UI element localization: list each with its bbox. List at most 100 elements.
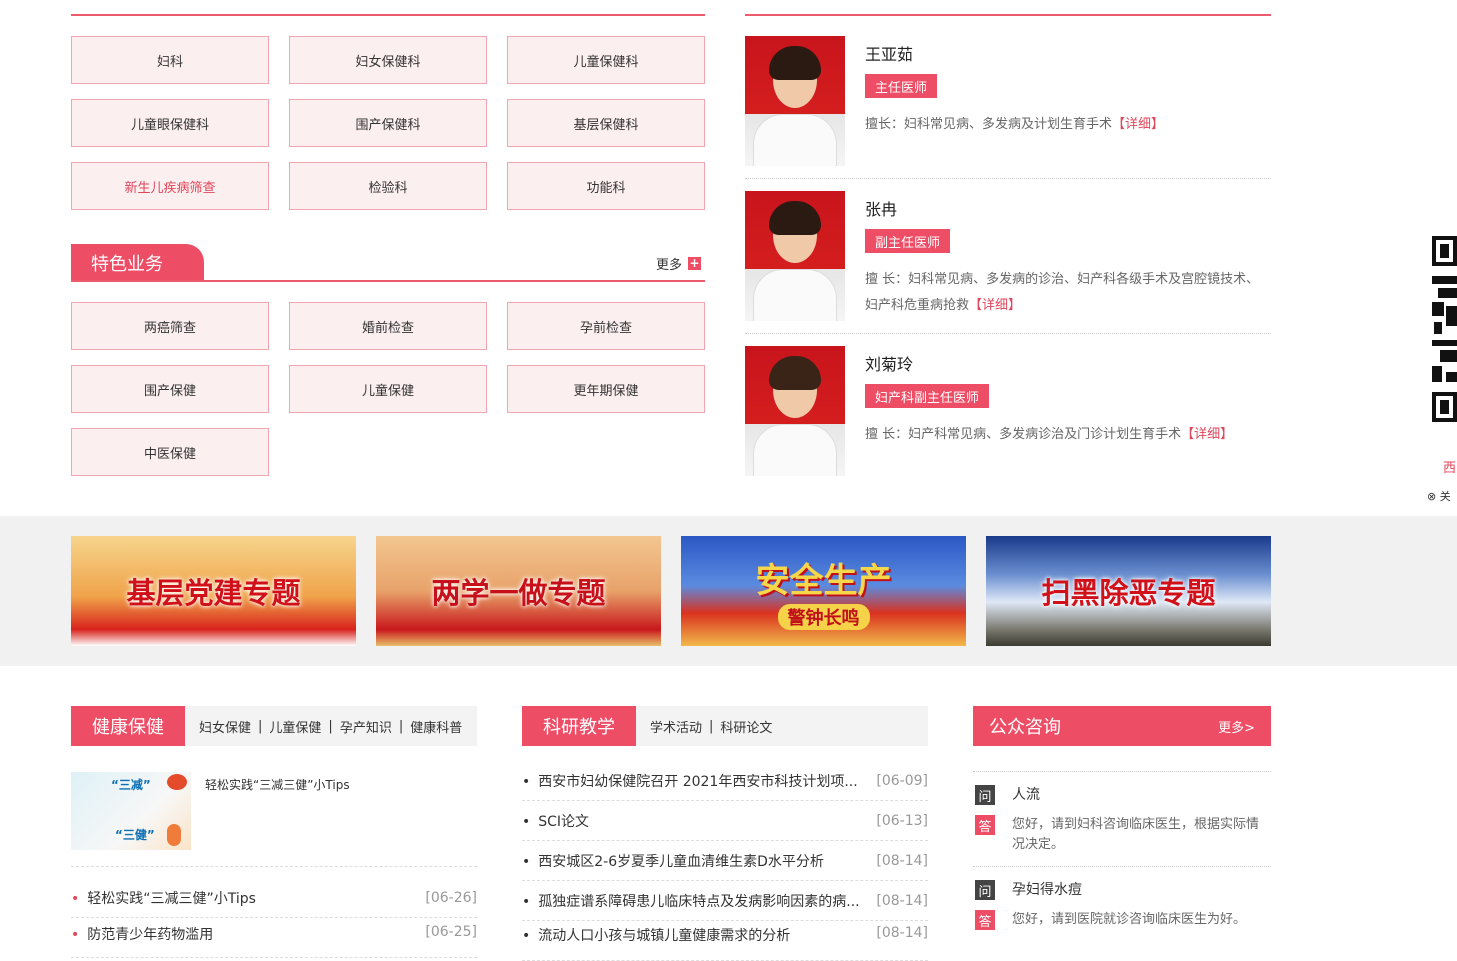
doctor-specialty-text: 擅 长：妇产科常见病、多发病诊治及门诊计划生育手术 bbox=[865, 427, 1182, 442]
specialty-button-premarital[interactable]: 婚前检查 bbox=[289, 302, 487, 350]
research-link-papers[interactable]: 科研论文 bbox=[720, 717, 772, 736]
doctor-photo[interactable] bbox=[745, 191, 845, 321]
doctor-section-rule bbox=[745, 14, 1271, 16]
question-icon: 问 bbox=[975, 785, 995, 805]
banner-label: 安全生产 bbox=[755, 560, 892, 601]
specialty-more-label: 更多 bbox=[656, 258, 683, 273]
dept-button-function[interactable]: 功能科 bbox=[507, 162, 705, 210]
thumb-badge-1: “三减” bbox=[111, 778, 151, 792]
specialty-button-child-care[interactable]: 儿童保健 bbox=[289, 365, 487, 413]
banner-two-studies[interactable]: 两学一做专题 bbox=[376, 536, 661, 646]
specialty-button-tcm[interactable]: 中医保健 bbox=[71, 428, 269, 476]
dept-button-lab[interactable]: 检验科 bbox=[289, 162, 487, 210]
news-title-wrap: • 防范青少年药物滥用 bbox=[71, 924, 213, 944]
consult-answer: 您好，请到医院就诊咨询临床医生为好。 bbox=[1012, 912, 1247, 927]
news-item[interactable]: • 防范青少年药物滥用 [06-25] bbox=[71, 918, 477, 958]
dept-button-women-health[interactable]: 妇女保健科 bbox=[289, 36, 487, 84]
news-title: 西安城区2-6岁夏季儿童血清维生素D水平分析 bbox=[538, 853, 824, 870]
dept-button-gynecology[interactable]: 妇科 bbox=[71, 36, 269, 84]
health-tab[interactable]: 健康保健 bbox=[71, 706, 185, 746]
news-date: [08-14] bbox=[876, 925, 928, 941]
thumb-runner bbox=[167, 824, 181, 846]
doctor-name[interactable]: 王亚茹 bbox=[865, 41, 913, 65]
news-item[interactable]: • SCI论文 [06-13] bbox=[522, 801, 928, 841]
health-feature-thumbnail[interactable]: “三减” “三健” bbox=[71, 772, 191, 850]
doctor-name[interactable]: 刘菊玲 bbox=[865, 351, 913, 375]
banner-label: 基层党建专题 bbox=[126, 576, 301, 610]
doctor-photo[interactable] bbox=[745, 346, 845, 476]
doctor-detail-link[interactable]: 【详细】 bbox=[969, 298, 1021, 313]
consult-title: 公众咨询 bbox=[989, 717, 1061, 738]
consult-more-link[interactable]: 更多> bbox=[1218, 717, 1255, 736]
divider bbox=[973, 866, 1271, 867]
banner-party-building[interactable]: 基层党建专题 bbox=[71, 536, 356, 646]
banner-safety-production[interactable]: 安全生产 警钟长鸣 bbox=[681, 536, 966, 646]
side-float-close[interactable]: ⊗ 关 bbox=[1427, 488, 1451, 504]
consult-question[interactable]: 孕妇得水痘 bbox=[1012, 880, 1082, 900]
news-date: [08-14] bbox=[876, 852, 928, 869]
health-link-children[interactable]: 儿童保健 bbox=[269, 717, 321, 736]
thumb-badge-2: “三健” bbox=[115, 828, 155, 842]
news-title-wrap: • 孤独症谱系障碍患儿临床特点及发病影响因素的病... bbox=[522, 891, 860, 911]
qr-code-icon bbox=[1432, 236, 1457, 422]
news-item[interactable]: • 轻松实践“三减三健”小Tips [06-26] bbox=[71, 878, 477, 918]
specialty-button-cancer-screening[interactable]: 两癌筛查 bbox=[71, 302, 269, 350]
news-title-wrap: • 西安城区2-6岁夏季儿童血清维生素D水平分析 bbox=[522, 851, 824, 871]
news-date: [08-14] bbox=[876, 892, 928, 909]
news-date: [06-25] bbox=[425, 924, 477, 940]
bullet-icon: • bbox=[71, 890, 80, 907]
dept-button-child-health[interactable]: 儿童保健科 bbox=[507, 36, 705, 84]
doctor-specialty-text: 擅 长：妇科常见病、多发病的诊治、妇产科各级手术及宫腔镜技术、妇产科危重病抢救 bbox=[865, 272, 1260, 313]
news-title: 轻松实践“三减三健”小Tips bbox=[87, 890, 256, 907]
health-link-women[interactable]: 妇女保健 bbox=[199, 717, 251, 736]
banner-label: 两学一做专题 bbox=[431, 576, 606, 610]
dept-button-child-eye[interactable]: 儿童眼保健科 bbox=[71, 99, 269, 147]
news-title: 孤独症谱系障碍患儿临床特点及发病影响因素的病... bbox=[538, 893, 860, 910]
specialty-button-perinatal-care[interactable]: 围产保健 bbox=[71, 365, 269, 413]
specialty-button-prepregnancy[interactable]: 孕前检查 bbox=[507, 302, 705, 350]
consult-question[interactable]: 人流 bbox=[1012, 785, 1040, 805]
news-title-wrap: • 流动人口小孩与城镇儿童健康需求的分析 bbox=[522, 925, 790, 945]
news-date: [06-13] bbox=[876, 812, 928, 829]
answer-icon: 答 bbox=[975, 910, 995, 930]
news-item[interactable]: • 流动人口小孩与城镇儿童健康需求的分析 [08-14] bbox=[522, 921, 928, 961]
specialty-button-menopause[interactable]: 更年期保健 bbox=[507, 365, 705, 413]
research-link-academic[interactable]: 学术活动 bbox=[650, 717, 702, 736]
health-feature-title[interactable]: 轻松实践“三减三健”小Tips bbox=[205, 776, 350, 793]
health-link-science[interactable]: 健康科普 bbox=[410, 717, 462, 736]
news-item[interactable]: • 西安城区2-6岁夏季儿童血清维生素D水平分析 [08-14] bbox=[522, 841, 928, 881]
doctor-detail-link[interactable]: 【详细】 bbox=[1181, 427, 1233, 442]
research-tab[interactable]: 科研教学 bbox=[522, 706, 636, 746]
doctor-specialty: 擅 长：妇产科常见病、多发病诊治及门诊计划生育手术【详细】 bbox=[865, 422, 1271, 448]
news-title-wrap: • 轻松实践“三减三健”小Tips bbox=[71, 888, 256, 908]
doctor-specialty: 擅长：妇科常见病、多发病及计划生育手术【详细】 bbox=[865, 112, 1265, 138]
news-title: 防范青少年药物滥用 bbox=[87, 927, 214, 943]
health-link-maternity[interactable]: 孕产知识 bbox=[340, 717, 392, 736]
doctor-title-badge: 副主任医师 bbox=[865, 229, 951, 253]
dept-button-primary-care[interactable]: 基层保健科 bbox=[507, 99, 705, 147]
doctor-photo[interactable] bbox=[745, 36, 845, 166]
bullet-icon: • bbox=[522, 928, 531, 944]
doctor-title-badge: 主任医师 bbox=[865, 74, 938, 98]
news-title-wrap: • SCI论文 bbox=[522, 811, 589, 831]
research-tabbar: 科研教学 学术活动 | 科研论文 bbox=[522, 706, 928, 746]
dept-button-newborn-screening[interactable]: 新生儿疾病筛查 bbox=[71, 162, 269, 210]
specialty-section-rule bbox=[71, 280, 705, 282]
doctor-name[interactable]: 张冉 bbox=[865, 196, 897, 220]
side-float-label[interactable]: 西 bbox=[1443, 457, 1456, 476]
news-item[interactable]: • 西安市妇幼保健院召开 2021年西安市科技计划项... [06-09] bbox=[522, 761, 928, 801]
specialty-more-link[interactable]: 更多 + bbox=[656, 254, 702, 273]
news-item[interactable]: • 孤独症谱系障碍患儿临床特点及发病影响因素的病... [08-14] bbox=[522, 881, 928, 921]
news-date: [06-09] bbox=[876, 772, 928, 789]
banner-anti-crime[interactable]: 扫黑除恶专题 bbox=[986, 536, 1271, 646]
doctor-detail-link[interactable]: 【详细】 bbox=[1112, 117, 1164, 132]
health-links: 妇女保健 | 儿童保健 | 孕产知识 | 健康科普 bbox=[199, 717, 463, 736]
specialty-section-title: 特色业务 bbox=[71, 244, 204, 281]
consult-answer: 您好，请到妇科咨询临床医生，根据实际情况决定。 bbox=[1012, 817, 1260, 852]
thumb-tomato bbox=[167, 774, 187, 790]
bullet-icon: • bbox=[71, 927, 80, 943]
news-title: SCI论文 bbox=[538, 813, 590, 830]
dept-button-perinatal[interactable]: 围产保健科 bbox=[289, 99, 487, 147]
answer-icon: 答 bbox=[975, 815, 995, 835]
dept-section-rule bbox=[71, 14, 705, 16]
